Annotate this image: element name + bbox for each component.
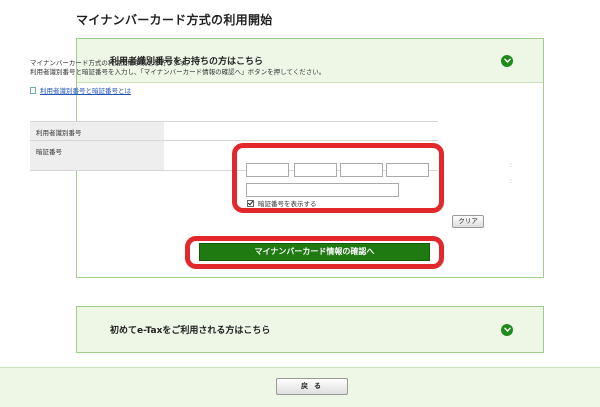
- user-id-label: 利用者識別番号: [30, 122, 164, 140]
- first-time-user-panel-title: 初めてe-Taxをご利用される方はこちら: [110, 326, 271, 336]
- document-icon: [30, 86, 36, 94]
- first-time-user-panel: 初めてe-Taxをご利用される方はこちら: [76, 306, 544, 353]
- highlight-annotation-inputs: [232, 143, 444, 213]
- help-link[interactable]: 利用者識別番号と暗証番号とは: [30, 85, 131, 95]
- instructions-line-1: マイナンバーカード方式の利用開始手続きを行います。: [30, 59, 192, 67]
- first-time-user-panel-header[interactable]: 初めてe-Taxをご利用される方はこちら: [77, 307, 543, 352]
- help-link-label: 利用者識別番号と暗証番号とは: [40, 87, 131, 95]
- highlight-annotation-button: [185, 236, 444, 269]
- user-id-row: 利用者識別番号: [30, 122, 438, 141]
- back-button[interactable]: 戻 る: [276, 378, 348, 395]
- page-title: マイナンバーカード方式の利用開始: [76, 13, 273, 27]
- clear-button[interactable]: クリア: [452, 215, 484, 228]
- chevron-down-icon[interactable]: [501, 54, 513, 67]
- pin-label: 暗証番号: [30, 141, 164, 170]
- instructions-line-2: 利用者識別番号と暗証番号を入力し、「マイナンバーカード情報の確認へ」ボタンを押し…: [30, 67, 326, 76]
- instructions: マイナンバーカード方式の利用開始手続きを行います。 利用者識別番号と暗証番号を入…: [30, 59, 325, 76]
- chevron-down-icon[interactable]: [501, 323, 513, 336]
- divider-mark: :: [510, 178, 513, 185]
- divider-mark: :: [510, 162, 513, 169]
